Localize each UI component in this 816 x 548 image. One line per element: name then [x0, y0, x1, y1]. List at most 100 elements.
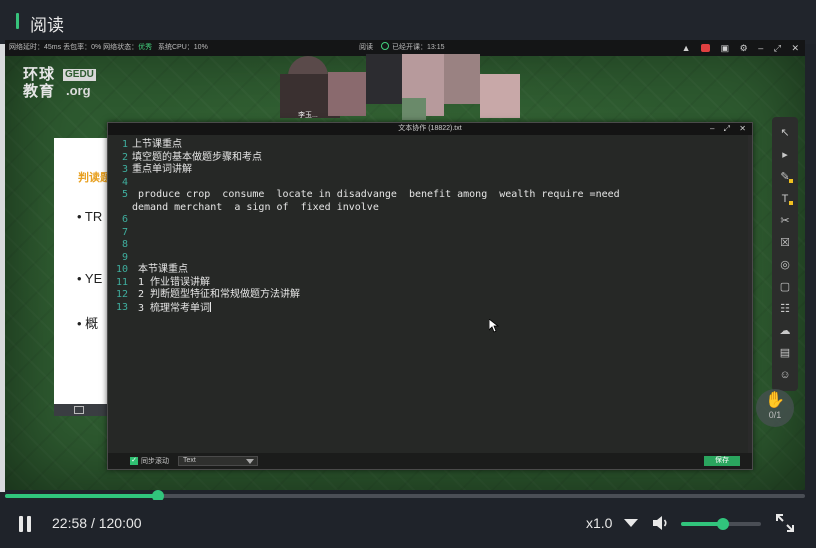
record-icon[interactable] [701, 44, 711, 52]
network-status-value: 优秀 [138, 44, 153, 51]
line-number-gutter: 12345 6 7 8 9 10 11 12 13 [108, 139, 128, 314]
fullscreen-icon[interactable] [776, 514, 794, 532]
editor-line: 1 作业错误讲解 [132, 276, 211, 288]
speed-dropdown-icon[interactable] [624, 519, 638, 527]
line-number: 4 [121, 176, 128, 188]
close-icon[interactable]: ✕ [791, 43, 799, 53]
volume-slider[interactable] [681, 518, 761, 530]
slide-card: 判读题 • TR • YE • 概 [54, 138, 114, 416]
laser-icon[interactable]: ◎ [772, 255, 798, 275]
pause-button[interactable] [18, 516, 32, 532]
slide-bullet: • 概 [77, 316, 99, 331]
total-time: 120:00 [98, 515, 142, 531]
editor-line: 重点单词讲解 [132, 164, 192, 175]
chat-icon[interactable]: ☷ [772, 299, 798, 319]
notepad-window: 文本协作 (18822).txt – ⤢ ✕ 12345 6 7 8 9 10 11 12 1… [107, 122, 753, 470]
page-title: 阅读 [30, 16, 64, 35]
time-display: 22:58 / 120:00 [52, 515, 142, 531]
cpu-usage: 系统CPU：10% [158, 44, 208, 51]
editor-line: 上节课重点 [132, 139, 182, 150]
editor-text[interactable]: 上节课重点 填空题的基本做题步骤和考点 重点单词讲解 produce crop co… [132, 139, 620, 315]
line-number: 6 [121, 214, 128, 225]
app-root: 阅读 网络延时：45ms 丢包率：0% 网络状态：优秀 系统CPU：10% 阅读… [0, 0, 816, 548]
hand-count: 0/1 [768, 410, 782, 420]
sync-scroll-checkbox[interactable]: ✓ [130, 457, 138, 465]
editor-line: 2 判断题型特征和常规做题方法讲解 [132, 289, 301, 300]
editor-line: 填空题的基本做题步骤和考点 [132, 151, 262, 163]
select-icon[interactable]: ▸ [772, 145, 798, 165]
restore-icon[interactable]: ⤢ [724, 124, 730, 133]
volume-icon[interactable] [652, 515, 670, 531]
progress-fill [5, 494, 159, 498]
maximize-icon[interactable]: ⤢ [774, 43, 781, 53]
current-time: 22:58 [52, 515, 88, 531]
title-accent [16, 13, 19, 29]
notepad-title-bar[interactable]: 文本协作 (18822).txt – ⤢ ✕ [108, 123, 752, 135]
volume-handle[interactable] [716, 518, 729, 530]
player-controls: 22:58 / 120:00 x1.0 [0, 500, 816, 548]
slide-bullet: • YE [77, 271, 103, 286]
editor-line: demand merchant a sign of fixed involve [132, 201, 379, 213]
packet-loss: 丢包率：0% [63, 44, 102, 51]
slide-bullet: • TR [77, 209, 103, 224]
participant-name: 李玉... [298, 112, 318, 119]
line-number: 2 [121, 151, 128, 163]
gedu-logo: 环球 教育 GEDU .org [23, 66, 96, 100]
sync-scroll-label: 同步滚动 [141, 458, 169, 465]
line-number: 3 [121, 164, 128, 175]
save-button[interactable]: 保存 [704, 456, 740, 466]
line-number: 1 [121, 139, 128, 150]
slide-thumbnail-icon[interactable] [74, 406, 84, 414]
editor-line: 本节课重点 [132, 264, 189, 275]
class-started-time: 已经开课：13:15 [392, 44, 445, 51]
network-delay: 网络延时：45ms [9, 44, 62, 51]
progress-bar[interactable] [5, 490, 805, 502]
bell-icon[interactable]: ▲ [682, 43, 691, 53]
title-bar: 阅读 [0, 0, 816, 44]
trash-icon[interactable]: ☒ [772, 233, 798, 253]
line-number: 7 [121, 226, 128, 238]
toolbox-icon[interactable]: ▤ [772, 343, 798, 363]
participant-video-strip: 李玉... [280, 54, 520, 120]
cloud-icon[interactable]: ☁ [772, 321, 798, 341]
line-number: 12 [115, 289, 128, 300]
whiteboard-icon[interactable]: ▢ [772, 277, 798, 297]
text-editor[interactable]: 12345 6 7 8 9 10 11 12 13 上节课重点 填空题的基本做题步骤和考点 重点单… [108, 135, 752, 453]
notepad-footer: ✓ 同步滚动 Text 保存 [108, 453, 752, 469]
text-icon[interactable]: T [772, 189, 798, 209]
text-caret [210, 301, 212, 312]
pen-icon[interactable]: ✎ [772, 167, 798, 187]
line-number: 10 [115, 264, 128, 275]
drawing-toolbar: ↖ ▸ ✎ T ✂ ☒ ◎ ▢ ☷ ☁ ▤ ☺ [772, 117, 798, 391]
scrollbar[interactable] [748, 135, 752, 453]
video-frame[interactable]: 网络延时：45ms 丢包率：0% 网络状态：优秀 系统CPU：10% 阅读 已经开… [5, 40, 805, 490]
editor-line: 3 梳理常考单词 [132, 301, 212, 314]
editor-line: produce crop consume locate in disadvang… [132, 189, 620, 200]
settings-icon[interactable]: ⚙ [740, 43, 748, 53]
line-number: 9 [121, 251, 128, 263]
raise-hand-button[interactable]: ✋ 0/1 [756, 389, 794, 427]
users-icon[interactable]: ☺ [772, 365, 798, 385]
window-icon[interactable]: ▣ [721, 43, 730, 53]
speed-button[interactable]: x1.0 [586, 515, 612, 531]
clock-icon [381, 42, 389, 50]
pointer-icon[interactable]: ↖ [772, 123, 798, 143]
line-number: 11 [115, 276, 128, 288]
chevron-down-icon [246, 459, 254, 464]
minimize-icon[interactable]: – [758, 43, 763, 53]
minimize-icon[interactable]: – [710, 124, 714, 133]
format-select[interactable]: Text [178, 456, 258, 466]
scissors-icon[interactable]: ✂ [772, 211, 798, 231]
hand-icon: ✋ [765, 392, 785, 409]
time-separator: / [90, 515, 95, 531]
notepad-title: 文本协作 (18822).txt [398, 125, 462, 132]
network-status-label: 网络状态： [103, 44, 139, 51]
line-number: 5 [121, 189, 128, 200]
close-icon[interactable]: ✕ [739, 124, 746, 133]
line-number: 8 [121, 239, 128, 250]
line-number: 13 [115, 301, 128, 313]
